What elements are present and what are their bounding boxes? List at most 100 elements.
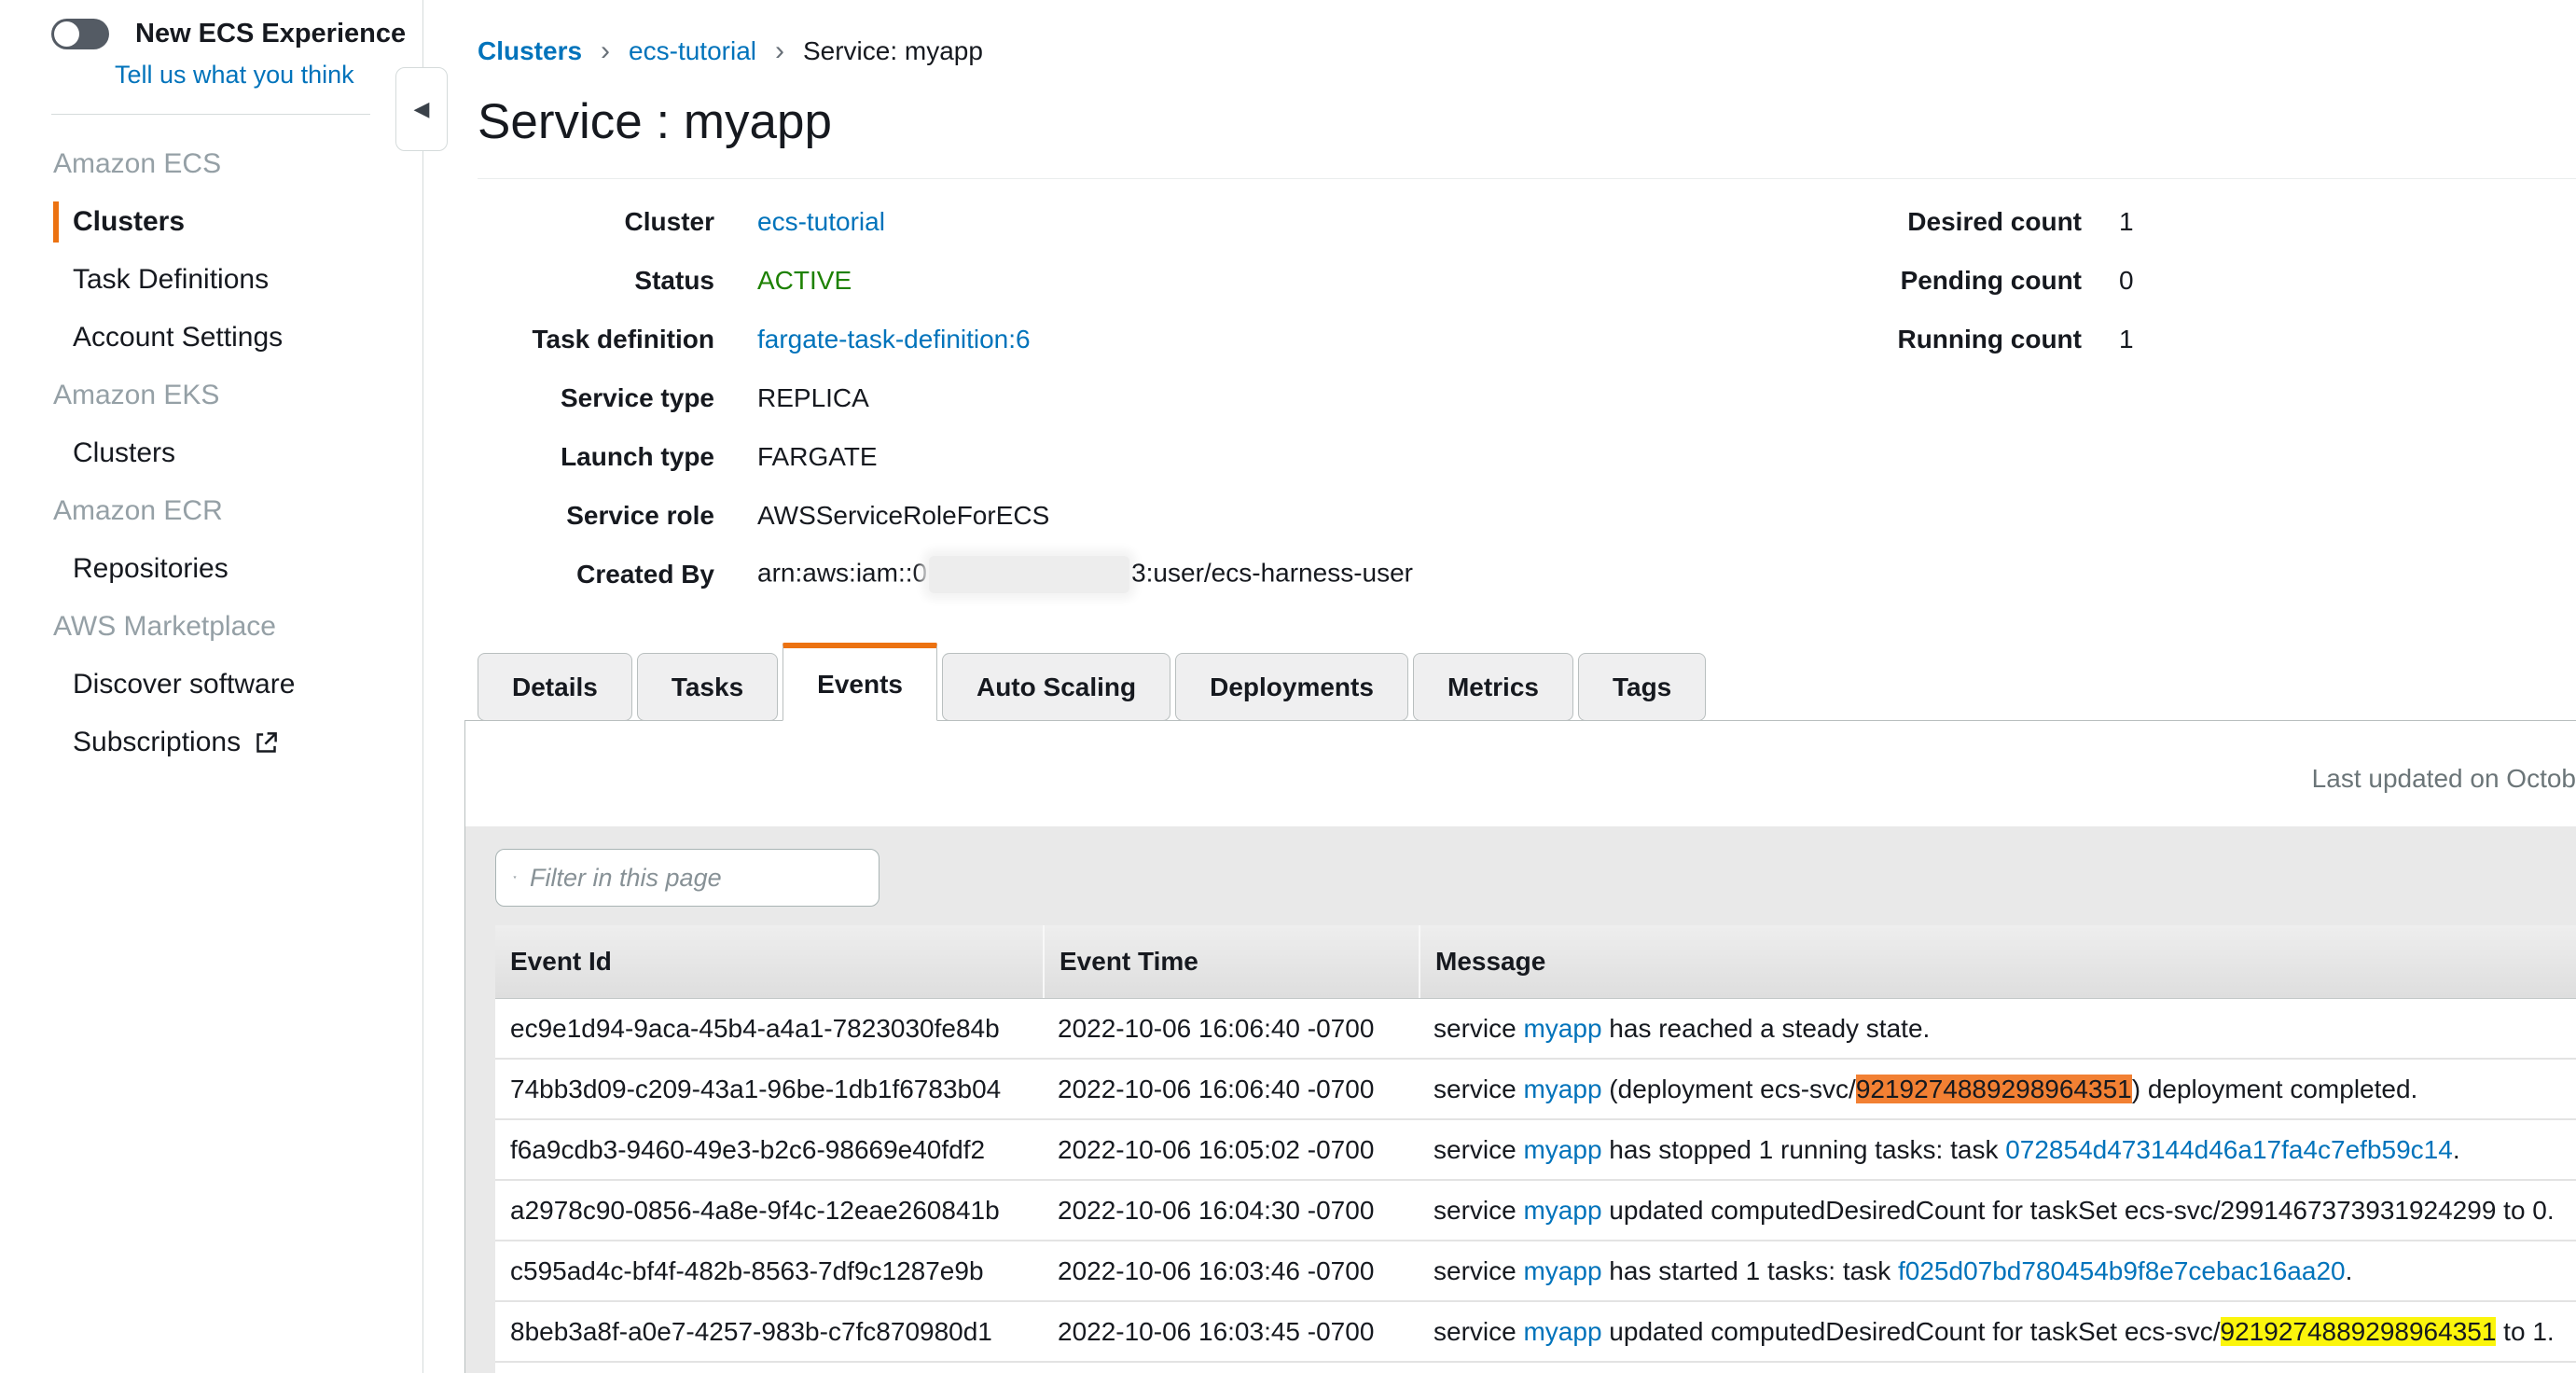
column-header-event-time[interactable]: Event Time — [1043, 925, 1419, 998]
text-segment: service — [1433, 1196, 1523, 1225]
tab-metrics[interactable]: Metrics — [1413, 653, 1573, 721]
detail-field-label: Service role — [478, 501, 714, 531]
events-table-header: Event Id Event Time Message — [495, 925, 2576, 999]
message-cell: service myapp updated computedDesiredCou… — [1419, 1317, 2576, 1347]
filter-input-wrap — [495, 849, 879, 907]
events-toolbar-area: Event Id Event Time Message ec9e1d94-9ac… — [465, 826, 2576, 1373]
inline-link[interactable]: myapp — [1523, 1014, 1601, 1043]
text-segment: (deployment ecs-svc/ — [1602, 1075, 1856, 1103]
text-segment: has started 1 tasks: task — [1602, 1256, 1898, 1285]
detail-field-label: Service type — [478, 383, 714, 413]
collapse-left-icon: ◀ — [414, 97, 430, 121]
sidebar-item-discover-software[interactable]: Discover software — [0, 656, 422, 714]
main-content: Clusters › ecs-tutorial › Service: myapp… — [423, 0, 2576, 1373]
sidebar-item-label: Repositories — [73, 553, 229, 585]
count-label: Pending count — [1802, 266, 2082, 296]
text-segment: FARGATE — [757, 442, 878, 471]
detail-field-value: fargate-task-definition:6 — [757, 325, 1031, 354]
text-segment: REPLICA — [757, 383, 869, 412]
text-segment: updated computedDesiredCount for taskSet… — [1602, 1317, 2221, 1346]
text-segment: has stopped 1 running tasks: task — [1602, 1135, 2006, 1164]
tab-tags[interactable]: Tags — [1578, 653, 1706, 721]
detail-field-value: arn:aws:iam::0 3:user/ecs-harness-user — [757, 556, 1413, 593]
tab-tasks[interactable]: Tasks — [637, 653, 778, 721]
title-divider — [478, 178, 2576, 179]
sidebar-item-clusters[interactable]: Clusters — [0, 424, 422, 482]
count-row-desired-count: Desired count1 — [1802, 192, 2134, 251]
text-segment: . — [2453, 1135, 2460, 1164]
sidebar-nav: Amazon ECSClustersTask DefinitionsAccoun… — [0, 135, 422, 771]
breadcrumb-clusters-link[interactable]: Clusters — [478, 36, 582, 66]
table-row: a2978c90-0856-4a8e-9f4c-12eae260841b2022… — [495, 1181, 2576, 1241]
tab-details[interactable]: Details — [478, 653, 632, 721]
inline-link[interactable]: myapp — [1523, 1196, 1601, 1225]
sidebar-item-label: Task Definitions — [73, 264, 269, 296]
inline-link[interactable]: myapp — [1523, 1256, 1601, 1285]
column-header-event-id[interactable]: Event Id — [495, 925, 1043, 998]
detail-field-value: ACTIVE — [757, 266, 852, 296]
text-segment: 3:user/ecs-harness-user — [1131, 558, 1413, 587]
detail-field-value: ecs-tutorial — [757, 207, 885, 237]
inline-link[interactable]: f025d07bd780454b9f8e7cebac16aa20 — [1898, 1256, 2346, 1285]
filter-input[interactable] — [528, 863, 862, 894]
sidebar-item-label: Clusters — [73, 206, 185, 238]
inline-link[interactable]: ecs-tutorial — [757, 207, 885, 236]
count-value: 0 — [2119, 266, 2134, 296]
count-row-running-count: Running count1 — [1802, 310, 2134, 368]
events-table-body: ec9e1d94-9aca-45b4-a4a1-7823030fe84b2022… — [495, 999, 2576, 1373]
inline-link[interactable]: myapp — [1523, 1317, 1601, 1346]
text-segment: arn:aws:iam::0 — [757, 558, 927, 587]
table-row: 8beb3a8f-a0e7-4257-983b-c7fc870980d12022… — [495, 1302, 2576, 1363]
inline-link[interactable]: 072854d473144d46a17fa4c7efb59c14 — [2005, 1135, 2453, 1164]
sidebar-divider — [51, 114, 370, 115]
detail-fields: Clusterecs-tutorialStatusACTIVETask defi… — [478, 192, 2576, 603]
tab-deployments[interactable]: Deployments — [1175, 653, 1408, 721]
event-id-cell: 8beb3a8f-a0e7-4257-983b-c7fc870980d1 — [495, 1317, 1043, 1347]
inline-link[interactable]: myapp — [1523, 1135, 1601, 1164]
text-segment: service — [1433, 1317, 1523, 1346]
detail-field-value: REPLICA — [757, 383, 869, 413]
breadcrumb-current: Service: myapp — [803, 36, 983, 66]
sidebar-item-subscriptions[interactable]: Subscriptions — [0, 714, 422, 771]
inline-link[interactable]: fargate-task-definition:6 — [757, 325, 1031, 354]
sidebar-item-task-definitions[interactable]: Task Definitions — [0, 251, 422, 309]
event-id-cell: c595ad4c-bf4f-482b-8563-7df9c1287e9b — [495, 1256, 1043, 1286]
sidebar-collapse-button[interactable]: ◀ — [395, 67, 448, 151]
text-segment: service — [1433, 1256, 1523, 1285]
sidebar: New ECS Experience Tell us what you thin… — [0, 0, 423, 1373]
sidebar-item-clusters[interactable]: Clusters — [0, 193, 422, 251]
sidebar-section-amazon-ecr: Amazon ECR — [0, 482, 422, 540]
message-cell: service myapp has stopped 1 running task… — [1419, 1135, 2576, 1165]
new-ecs-toggle[interactable] — [51, 19, 109, 49]
detail-field-row-created-by: Created By arn:aws:iam::0 3:user/ecs-harne… — [478, 545, 2576, 603]
feedback-link[interactable]: Tell us what you think — [115, 61, 422, 90]
toggle-knob — [54, 21, 79, 47]
filter-funnel-icon — [513, 866, 517, 890]
breadcrumb-cluster-link[interactable]: ecs-tutorial — [629, 36, 756, 66]
last-updated-text: Last updated on Octob — [2312, 764, 2576, 794]
text-segment: to 1. — [2496, 1317, 2554, 1346]
column-header-message[interactable]: Message — [1419, 925, 2576, 998]
tab-events[interactable]: Events — [782, 643, 937, 721]
breadcrumb-separator-icon: › — [775, 35, 784, 67]
sidebar-item-account-settings[interactable]: Account Settings — [0, 309, 422, 367]
tab-bar: DetailsTasksEventsAuto ScalingDeployment… — [478, 643, 2576, 720]
detail-field-value: AWSServiceRoleForECS — [757, 501, 1049, 531]
table-row: 74bb3d09-c209-43a1-96be-1db1f6783b042022… — [495, 1060, 2576, 1120]
events-table: Event Id Event Time Message ec9e1d94-9ac… — [495, 925, 2576, 1373]
message-cell: service myapp updated computedDesiredCou… — [1419, 1196, 2576, 1226]
detail-field-label: Created By — [478, 560, 714, 589]
sidebar-section-amazon-eks: Amazon EKS — [0, 367, 422, 424]
breadcrumb-separator-icon: › — [601, 35, 610, 67]
detail-field-label: Cluster — [478, 207, 714, 237]
text-segment: ) deployment completed. — [2132, 1075, 2418, 1103]
text-segment: . — [2346, 1256, 2353, 1285]
event-id-cell: a2978c90-0856-4a8e-9f4c-12eae260841b — [495, 1196, 1043, 1226]
inline-link[interactable]: myapp — [1523, 1075, 1601, 1103]
detail-field-value: FARGATE — [757, 442, 878, 472]
table-row: c595ad4c-bf4f-482b-8563-7df9c1287e9b2022… — [495, 1241, 2576, 1302]
tab-auto-scaling[interactable]: Auto Scaling — [942, 653, 1170, 721]
event-id-cell: 74bb3d09-c209-43a1-96be-1db1f6783b04 — [495, 1075, 1043, 1104]
new-ecs-toggle-label: New ECS Experience — [135, 19, 406, 49]
sidebar-item-repositories[interactable]: Repositories — [0, 540, 422, 598]
